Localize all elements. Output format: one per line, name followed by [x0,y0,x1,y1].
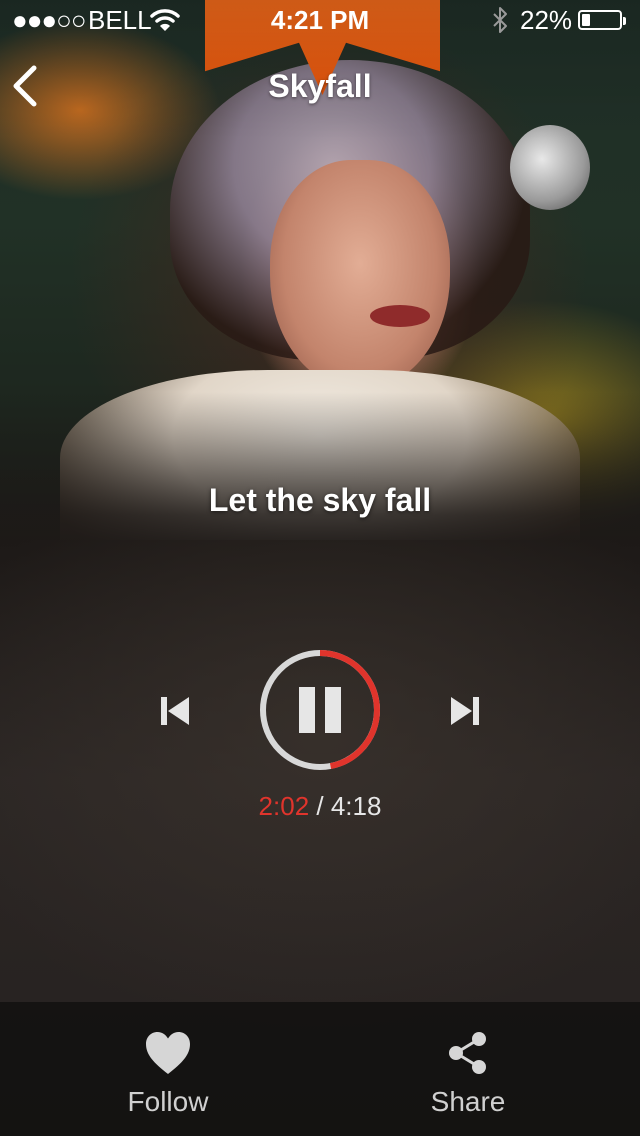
pause-button[interactable] [259,649,381,771]
follow-button[interactable]: Follow [8,1002,328,1136]
share-icon [449,1032,486,1074]
share-button[interactable]: Share [308,1002,628,1136]
next-track-button[interactable] [448,694,482,728]
heart-icon [146,1032,190,1074]
total-duration: 4:18 [330,791,382,821]
previous-track-button[interactable] [158,694,192,728]
battery-percent: 22% [520,5,573,35]
pause-icon-right-bar [325,687,341,733]
bluetooth-icon [493,7,507,33]
battery-fill [582,14,590,26]
battery-icon [578,10,626,30]
time-separator: / [309,791,331,821]
bottom-action-bar: Follow Share [0,1002,640,1136]
elapsed-time: 2:02 [258,791,310,821]
share-label: Share [430,1086,506,1117]
follow-label: Follow [127,1086,209,1117]
pause-icon-left-bar [299,687,315,733]
status-bar: ●●●○○ BELL 4:21 PM 22% [0,0,640,40]
lyric-line: Let the sky fall [208,482,432,518]
playback-time: 2:02 / 4:18 [0,788,640,824]
song-title: Skyfall [268,68,372,104]
